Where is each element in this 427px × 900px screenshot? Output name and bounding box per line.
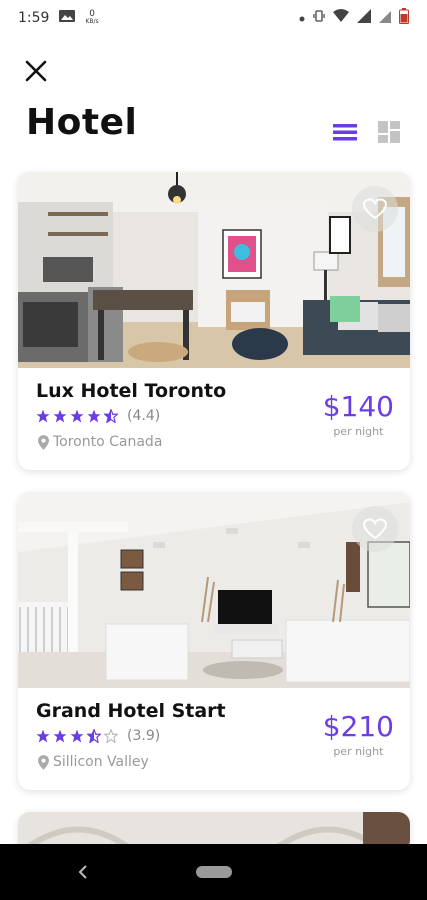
price: $140 xyxy=(322,390,394,423)
back-button[interactable] xyxy=(72,861,94,883)
star-icon xyxy=(70,409,84,423)
battery-icon xyxy=(399,8,409,28)
location: Toronto Canada xyxy=(38,434,162,450)
dot-icon xyxy=(299,10,305,26)
close-button[interactable] xyxy=(20,55,52,87)
location-text: Toronto Canada xyxy=(53,434,163,450)
status-bar: 1:59 0 KB/s xyxy=(0,0,427,36)
status-time: 1:59 xyxy=(18,10,50,26)
star-icon xyxy=(87,409,101,423)
list-view-icon xyxy=(333,124,357,141)
home-button[interactable] xyxy=(196,866,232,878)
star-icon xyxy=(53,729,67,743)
location-text: Sillicon Valley xyxy=(53,754,149,770)
price-block: $140 per night xyxy=(323,390,394,438)
star-icon xyxy=(36,409,50,423)
hotel-name: Lux Hotel Toronto xyxy=(36,380,227,402)
location-pin-icon xyxy=(38,754,49,770)
favorite-button[interactable] xyxy=(352,506,398,552)
network-speed: 0 KB/s xyxy=(85,10,98,26)
location-pin-icon xyxy=(38,434,49,450)
heart-icon xyxy=(363,198,387,220)
hotel-name: Grand Hotel Start xyxy=(36,700,226,722)
system-navigation-bar xyxy=(0,844,427,900)
price: $210 xyxy=(322,710,394,743)
hotel-info: Grand Hotel Start (3.9) Sillicon Valley … xyxy=(18,688,410,790)
heart-icon xyxy=(363,518,387,540)
star-icon xyxy=(53,409,67,423)
rating-value: (4.4) xyxy=(127,408,161,424)
rating: (3.9) xyxy=(36,728,160,744)
favorite-button[interactable] xyxy=(352,186,398,232)
hotel-photo xyxy=(18,172,410,368)
network-speed-value: 0 xyxy=(89,9,95,19)
star-icon xyxy=(70,729,84,743)
hotel-info: Lux Hotel Toronto (4.4) Toronto Canada $… xyxy=(18,368,410,470)
rating: (4.4) xyxy=(36,408,160,424)
list-view-button[interactable] xyxy=(331,118,359,146)
star-icon xyxy=(36,729,50,743)
signal-icon-2 xyxy=(379,9,391,27)
hotel-photo-lounge xyxy=(18,492,410,688)
grid-view-icon xyxy=(378,121,400,143)
grid-view-button[interactable] xyxy=(375,118,403,146)
price-unit: per night xyxy=(333,745,384,758)
vibrate-icon xyxy=(313,10,325,26)
star-half-icon xyxy=(87,729,101,743)
image-notification-icon xyxy=(59,10,76,26)
hotel-photo-living-room xyxy=(18,172,410,368)
close-icon xyxy=(25,60,47,82)
signal-icon xyxy=(357,9,371,27)
network-speed-unit: KB/s xyxy=(85,18,99,25)
hotel-card[interactable]: Lux Hotel Toronto (4.4) Toronto Canada $… xyxy=(18,172,410,470)
hotel-photo xyxy=(18,492,410,688)
location: Sillicon Valley xyxy=(38,754,149,770)
price-unit: per night xyxy=(333,425,384,438)
star-half-icon xyxy=(104,409,118,423)
star-empty-icon xyxy=(104,729,118,743)
rating-value: (3.9) xyxy=(127,728,161,744)
hotel-card[interactable]: Grand Hotel Start (3.9) Sillicon Valley … xyxy=(18,492,410,790)
price-block: $210 per night xyxy=(323,710,394,758)
page-title: Hotel xyxy=(26,102,138,143)
back-chevron-icon xyxy=(78,865,87,879)
wifi-icon xyxy=(333,9,349,27)
